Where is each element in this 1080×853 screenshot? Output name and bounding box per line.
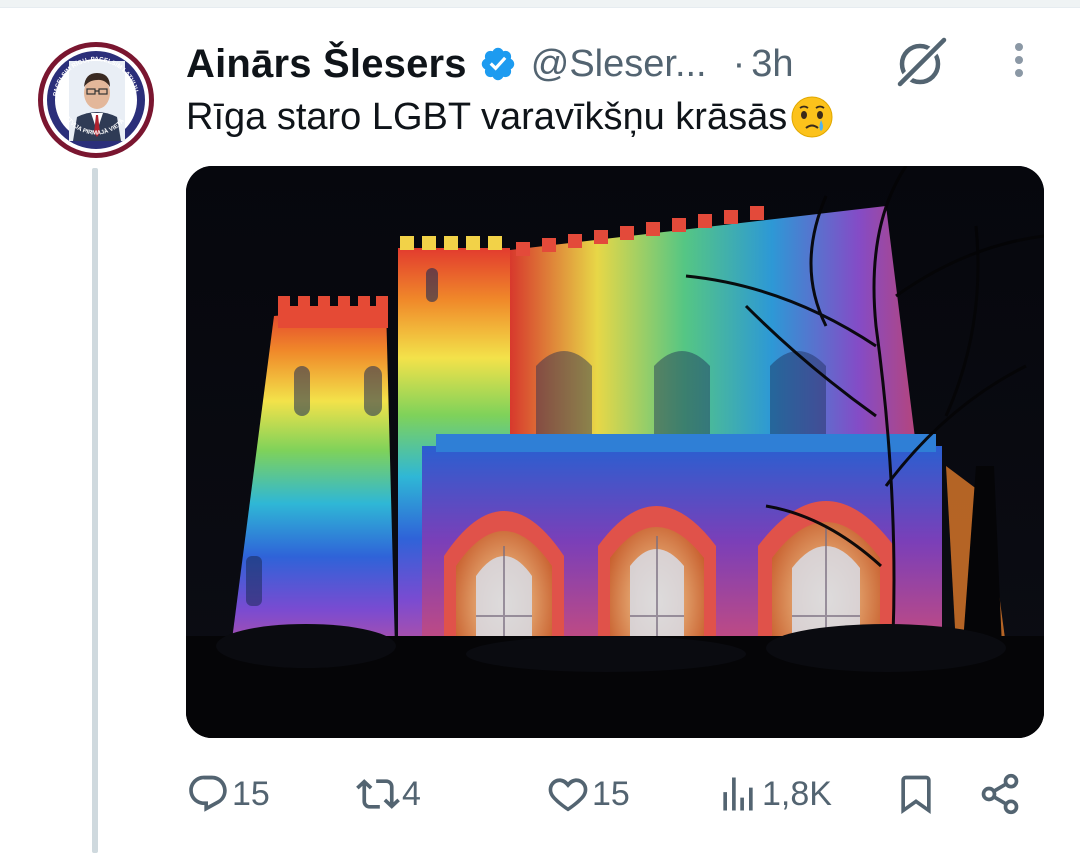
repost-button[interactable]: 4 <box>356 764 421 824</box>
crying-face-emoji <box>791 96 833 138</box>
tweet-text-content: Rīga staro LGBT varavīkšņu krāsās <box>186 95 788 138</box>
reply-count: 15 <box>232 774 270 813</box>
views-button[interactable]: 1,8K <box>716 764 832 824</box>
top-divider <box>0 0 1080 8</box>
tweet-text: Rīga staro LGBT varavīkšņu krāsās <box>186 94 835 140</box>
avatar-ring-text: PACELSIM RĪGU, PACELSIM LATVIJU LATVIJA … <box>52 56 139 137</box>
more-icon[interactable] <box>1006 40 1032 84</box>
reply-button[interactable]: 15 <box>186 764 270 824</box>
svg-text:LATVIJA PIRMAJĀ VIETĀ: LATVIJA PIRMAJĀ VIETĀ <box>62 112 127 136</box>
verified-badge-icon[interactable] <box>479 45 517 83</box>
grok-icon[interactable] <box>892 36 950 88</box>
views-icon <box>723 777 753 811</box>
tweet-header: Ainārs Šlesers @Sleser... · 3h <box>186 36 794 92</box>
svg-text:PACELSIM RĪGU, PACELSIM LATVIJ: PACELSIM RĪGU, PACELSIM LATVIJU <box>52 56 139 97</box>
repost-count: 4 <box>402 774 421 813</box>
like-count: 15 <box>592 774 630 813</box>
timestamp[interactable]: 3h <box>751 43 793 86</box>
author-handle[interactable]: @Sleser... <box>531 43 707 86</box>
bookmark-button[interactable] <box>894 764 938 824</box>
share-icon <box>981 773 1019 815</box>
castle-rainbow-photo <box>186 166 1044 738</box>
views-count: 1,8K <box>762 774 832 813</box>
like-icon <box>548 778 588 812</box>
author-name[interactable]: Ainārs Šlesers <box>186 42 467 87</box>
tweet-media-image[interactable] <box>186 166 1044 738</box>
share-button[interactable] <box>978 764 1022 824</box>
avatar[interactable]: PACELSIM RĪGU, PACELSIM LATVIJU LATVIJA … <box>38 42 154 158</box>
thread-line <box>92 168 98 853</box>
repost-icon <box>356 779 400 809</box>
tweet-actions-bar: 15 4 15 1,8K <box>186 764 1046 824</box>
reply-icon <box>189 775 227 812</box>
bookmark-icon <box>901 775 931 815</box>
separator-dot: · <box>732 42 746 85</box>
like-button[interactable]: 15 <box>546 764 630 824</box>
